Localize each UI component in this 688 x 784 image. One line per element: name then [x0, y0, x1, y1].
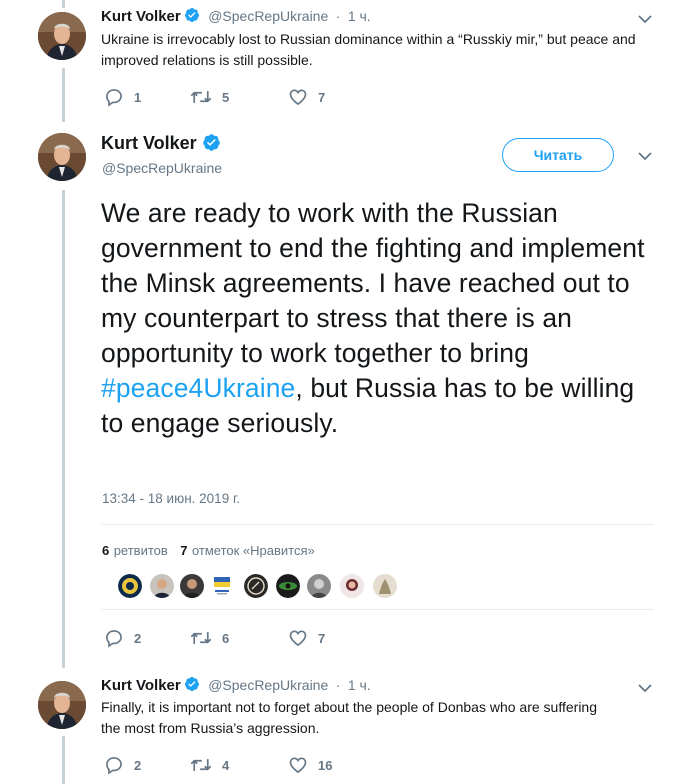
follow-button[interactable]: Читать: [502, 138, 614, 172]
author-handle[interactable]: @SpecRepUkraine: [208, 8, 328, 24]
like-icon: [289, 757, 307, 774]
liker-avatar[interactable]: [210, 574, 234, 598]
thread-line-middle: [62, 190, 65, 668]
tweet-header: Kurt Volker @SpecRepUkraine · 1 ч.: [101, 676, 371, 695]
retweet-button[interactable]: 4: [190, 755, 288, 775]
tweet-time[interactable]: 1 ч.: [348, 8, 371, 24]
tweet-text-body: We are ready to work with the Russian go…: [101, 198, 645, 368]
hashtag-link[interactable]: #peace4Ukraine: [101, 373, 295, 403]
likes-label: отметок «Нравится»: [191, 543, 315, 558]
thread-line-bottom: [62, 736, 65, 784]
separator-dot: ·: [335, 677, 341, 693]
retweet-count: 5: [222, 89, 230, 105]
author-name[interactable]: Kurt Volker: [101, 677, 181, 694]
liker-avatar[interactable]: [244, 574, 268, 598]
divider: [101, 609, 654, 610]
tweet-actions: 1 5 7: [104, 86, 348, 108]
author-name[interactable]: Kurt Volker: [101, 133, 197, 153]
like-button[interactable]: 16: [288, 755, 348, 775]
chevron-down-icon[interactable]: [637, 683, 653, 693]
like-count: 16: [318, 757, 333, 773]
retweet-icon: [190, 632, 212, 644]
author-block: Kurt Volker: [101, 133, 221, 154]
liker-avatar[interactable]: [118, 574, 142, 598]
retweets-num: 6: [102, 543, 110, 558]
likes-stat[interactable]: 7 отметок «Нравится»: [180, 542, 314, 559]
tweet-actions: 2 6 7: [104, 627, 348, 649]
reply-button[interactable]: 2: [104, 628, 190, 648]
reply-button[interactable]: 2: [104, 755, 190, 775]
tweet-actions: 2 4 16: [104, 754, 348, 776]
tweet-timestamp[interactable]: 13:34 - 18 июн. 2019 г.: [102, 491, 240, 506]
avatar[interactable]: [38, 681, 86, 729]
retweet-button[interactable]: 5: [190, 87, 288, 107]
retweet-count: 6: [222, 630, 230, 646]
author-handle[interactable]: @SpecRepUkraine: [208, 677, 328, 693]
liker-avatar[interactable]: [150, 574, 174, 598]
liker-avatar[interactable]: [180, 574, 204, 598]
likes-num: 7: [180, 543, 188, 558]
tweet-text: Finally, it is important not to forget a…: [101, 699, 597, 736]
retweets-stat[interactable]: 6 ретвитов: [102, 542, 172, 559]
retweet-button[interactable]: 6: [190, 628, 288, 648]
like-icon: [289, 89, 307, 106]
author-name[interactable]: Kurt Volker: [101, 8, 181, 25]
reply-icon: [106, 757, 122, 775]
reply-count: 2: [134, 630, 142, 646]
liker-avatar[interactable]: [307, 574, 331, 598]
retweet-icon: [190, 759, 212, 771]
tweet-time[interactable]: 1 ч.: [348, 677, 371, 693]
verified-icon: [184, 8, 199, 22]
tweet-header: Kurt Volker @SpecRepUkraine · 1 ч.: [101, 7, 371, 26]
separator-dot: ·: [335, 8, 341, 24]
reply-count: 2: [134, 757, 142, 773]
like-count: 7: [318, 630, 326, 646]
avatar[interactable]: [38, 133, 86, 181]
like-count: 7: [318, 89, 326, 105]
reply-icon: [106, 89, 122, 107]
reply-button[interactable]: 1: [104, 87, 190, 107]
avatar[interactable]: [38, 12, 86, 60]
liker-avatar[interactable]: [340, 574, 364, 598]
divider: [101, 524, 654, 525]
reply-icon: [106, 630, 122, 648]
author-handle[interactable]: @SpecRepUkraine: [102, 160, 222, 176]
tweet-text: We are ready to work with the Russian go…: [101, 196, 661, 441]
engagement-stats: 6 ретвитов 7 отметок «Нравится»: [102, 542, 315, 560]
retweet-icon: [190, 91, 212, 103]
chevron-down-icon[interactable]: [637, 14, 653, 24]
retweet-count: 4: [222, 757, 230, 773]
liker-avatar[interactable]: [276, 574, 300, 598]
tweet-text: Ukraine is irrevocably lost to Russian d…: [101, 31, 636, 68]
retweets-label: ретвитов: [113, 543, 168, 558]
like-button[interactable]: 7: [288, 628, 348, 648]
thread-line-top: [62, 0, 65, 8]
verified-icon: [202, 134, 220, 151]
chevron-down-icon[interactable]: [637, 151, 653, 161]
liker-avatar[interactable]: [373, 574, 397, 598]
like-icon: [289, 630, 307, 647]
reply-count: 1: [134, 89, 142, 105]
thread-line-upper: [62, 68, 65, 122]
like-button[interactable]: 7: [288, 87, 348, 107]
verified-icon: [184, 677, 199, 691]
